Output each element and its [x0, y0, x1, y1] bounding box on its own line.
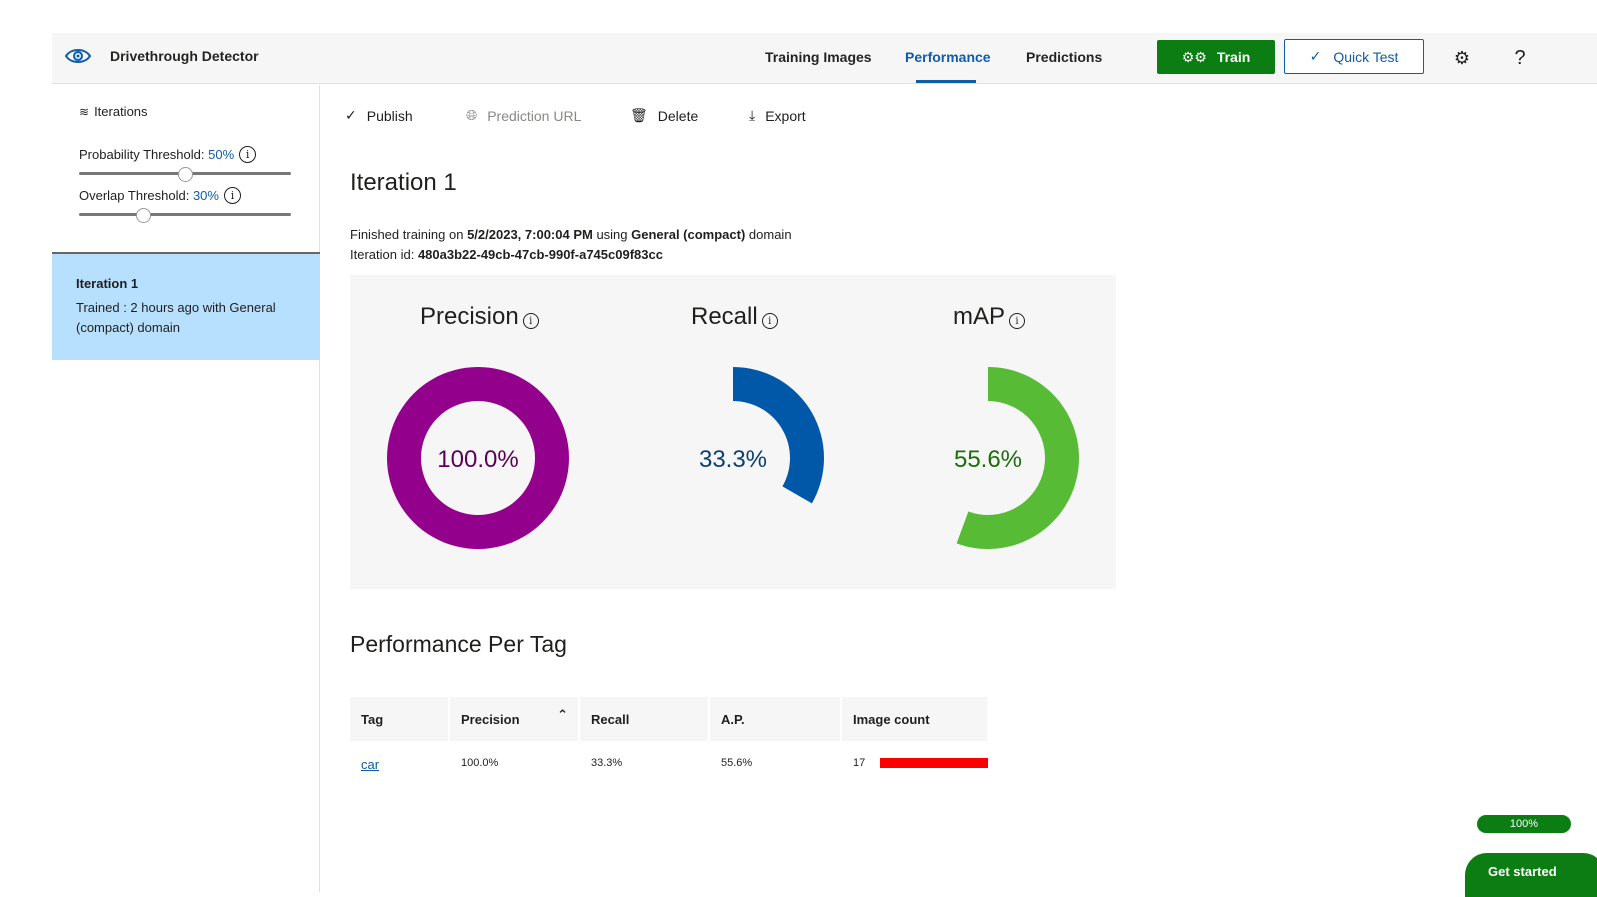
info-icon[interactable]: i [223, 187, 241, 204]
table-row-tag: car [361, 754, 379, 774]
column-header-ap[interactable]: A.P. [710, 697, 840, 741]
tag-link-car[interactable]: car [361, 757, 379, 772]
column-header-recall[interactable]: Recall [580, 697, 708, 741]
check-icon: ✓ [345, 107, 357, 123]
active-tab-indicator [916, 80, 976, 83]
recall-arc [733, 367, 824, 504]
quick-test-button[interactable]: ✓ Quick Test [1284, 39, 1424, 74]
recall-donut: 33.3% [638, 363, 828, 553]
training-info: Finished training on 5/2/2023, 7:00:04 P… [350, 227, 792, 242]
recall-title: Recall i [691, 303, 778, 331]
column-header-precision[interactable]: Precision ⌃ [450, 697, 578, 741]
check-icon: ✓ [1309, 48, 1322, 64]
precision-donut: 100.0% [383, 363, 573, 553]
app: Drivethrough Detector Training Images Pe… [52, 33, 1597, 892]
iteration-item-description: Trained : 2 hours ago with General (comp… [76, 300, 276, 335]
table-cell-precision: 100.0% [461, 757, 499, 769]
metrics-panel: Precision i Recall i mAP i 100.0% 33.3% 55.… [350, 275, 1116, 589]
iteration-item-title: Iteration 1 [76, 276, 139, 291]
map-value: 55.6% [953, 446, 1023, 473]
iterations-label: Iterations [94, 104, 148, 119]
download-icon: ⤓ [749, 107, 756, 123]
iterations-header: ≋ Iterations [79, 104, 148, 119]
info-icon[interactable]: i [522, 313, 539, 329]
help-button[interactable]: ? [1509, 47, 1531, 69]
overlap-threshold-slider[interactable] [79, 208, 291, 223]
delete-button[interactable]: 🗑︎ Delete [630, 107, 698, 124]
eye-gear-icon [64, 49, 92, 63]
gears-icon: ⚙⚙ [1181, 48, 1207, 65]
slider-thumb[interactable] [135, 208, 151, 223]
app-title: Drivethrough Detector [110, 48, 259, 64]
precision-title: Precision i [420, 303, 539, 331]
column-header-tag[interactable]: Tag [350, 697, 448, 741]
table-cell-recall: 33.3% [591, 757, 623, 769]
question-icon: ? [1514, 46, 1526, 69]
publish-button[interactable]: ✓ Publish [345, 107, 413, 124]
tab-training-images[interactable]: Training Images [765, 49, 872, 65]
info-icon[interactable]: i [761, 313, 778, 329]
get-started-button[interactable]: Get started [1465, 853, 1597, 897]
probability-threshold-slider[interactable] [79, 167, 291, 182]
progress-badge: 100% [1477, 815, 1571, 833]
table-cell-ap: 55.6% [721, 757, 753, 769]
recall-value: 33.3% [698, 446, 768, 473]
train-button[interactable]: ⚙⚙ Train [1157, 40, 1275, 74]
gear-icon: ⚙ [1453, 47, 1471, 68]
main-content: ✓ Publish 🌐︎ Prediction URL 🗑︎ Delete ⤓ … [321, 85, 1597, 892]
map-donut: 55.6% [893, 363, 1083, 553]
overlap-threshold-value: 30% [192, 188, 219, 203]
layers-icon: ≋ [79, 104, 90, 119]
trash-icon: 🗑︎ [630, 107, 648, 123]
globe-icon: 🌐︎ [466, 107, 478, 123]
settings-button[interactable]: ⚙ [1451, 47, 1473, 69]
iteration-title: Iteration 1 [350, 169, 457, 196]
tab-performance[interactable]: Performance [905, 49, 991, 65]
info-icon[interactable]: i [239, 146, 257, 163]
prediction-url-button[interactable]: 🌐︎ Prediction URL [466, 107, 581, 124]
slider-thumb[interactable] [178, 167, 193, 182]
info-icon[interactable]: i [1009, 313, 1026, 329]
tab-predictions[interactable]: Predictions [1026, 49, 1102, 65]
sidebar: ≋ Iterations Probability Threshold: 50% … [52, 85, 320, 892]
domain-name: General (compact) [631, 227, 746, 242]
train-label: Train [1216, 49, 1251, 65]
iteration-id: Iteration id: 480a3b22-49cb-47cb-990f-a7… [350, 247, 663, 262]
image-count-bar [880, 758, 988, 768]
sort-ascending-icon: ⌃ [557, 707, 568, 722]
probability-threshold-value: 50% [208, 147, 235, 162]
top-bar: Drivethrough Detector Training Images Pe… [52, 33, 1597, 84]
probability-threshold-label: Probability Threshold: 50% i [79, 146, 257, 163]
iteration-id-value: 480a3b22-49cb-47cb-990f-a745c09f83cc [417, 247, 663, 262]
quick-test-label: Quick Test [1333, 48, 1399, 65]
iteration-list-item[interactable]: Iteration 1 Trained : 2 hours ago with G… [52, 252, 320, 360]
overlap-threshold-label: Overlap Threshold: 30% i [79, 187, 241, 204]
precision-value: 100.0% [437, 446, 519, 473]
training-date: 5/2/2023, 7:00:04 PM [467, 227, 593, 242]
column-header-image-count[interactable]: Image count [842, 697, 987, 741]
map-title: mAP i [953, 303, 1026, 331]
table-cell-image-count: 17 [853, 757, 866, 769]
export-button[interactable]: ⤓ Export [749, 107, 806, 124]
performance-per-tag-title: Performance Per Tag [350, 631, 567, 657]
